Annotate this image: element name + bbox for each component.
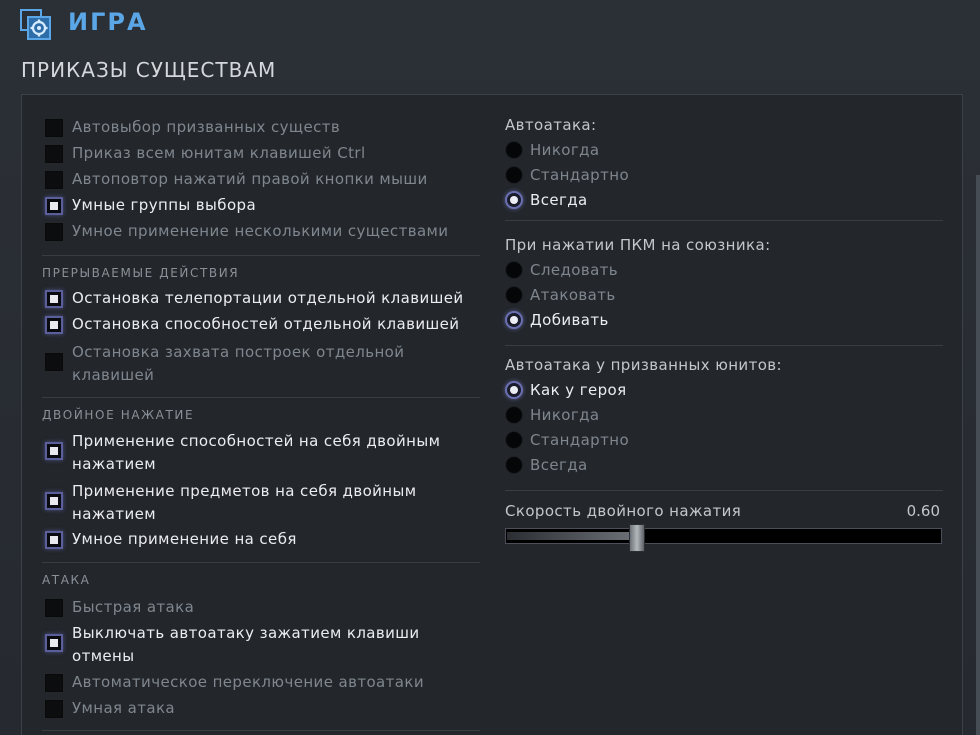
checkbox-label: Умное применение на себя bbox=[72, 530, 297, 548]
radio-option[interactable]: Следовать bbox=[505, 259, 618, 281]
checkbox-row[interactable]: Автоповтор нажатий правой кнопки мыши bbox=[42, 168, 428, 191]
checkbox-label: Автоматическое переключение автоатаки bbox=[72, 673, 424, 691]
checkbox-row[interactable]: Применение предметов на себя двойным наж… bbox=[42, 480, 462, 526]
divider bbox=[42, 730, 480, 731]
radio-label: Всегда bbox=[530, 456, 588, 474]
checkbox[interactable] bbox=[45, 171, 63, 189]
page-title: ИГРА bbox=[68, 8, 148, 36]
checkbox-checked[interactable] bbox=[45, 492, 63, 510]
radio-option[interactable]: Как у героя bbox=[505, 379, 627, 401]
checkbox-label: Применение предметов на себя двойным наж… bbox=[72, 482, 417, 523]
radio-option[interactable]: Никогда bbox=[505, 404, 600, 426]
radio-label: Всегда bbox=[530, 191, 588, 209]
divider bbox=[505, 345, 943, 346]
checkbox-label: Умные группы выбора bbox=[72, 196, 257, 214]
checkbox-row[interactable]: Автоматическое переключение автоатаки bbox=[42, 671, 424, 694]
checkbox-label: Автоповтор нажатий правой кнопки мыши bbox=[72, 170, 428, 188]
divider bbox=[505, 490, 943, 491]
checkbox-row[interactable]: Умное применение на себя bbox=[42, 528, 297, 551]
radio-button-selected[interactable] bbox=[505, 191, 523, 209]
radio-option[interactable]: Всегда bbox=[505, 454, 588, 476]
checkbox[interactable] bbox=[45, 145, 63, 163]
checkbox-label: Остановка захвата построек отдельной кла… bbox=[72, 343, 405, 384]
divider bbox=[42, 255, 480, 256]
radio-option[interactable]: Стандартно bbox=[505, 429, 629, 451]
radio-button[interactable] bbox=[505, 431, 523, 449]
checkbox-row[interactable]: Умное применение несколькими существами bbox=[42, 220, 448, 243]
checkbox-label: Приказ всем юнитам клавишей Ctrl bbox=[72, 144, 366, 162]
checkbox[interactable] bbox=[45, 700, 63, 718]
slider-fill bbox=[507, 532, 630, 540]
top-bar: ИГРА bbox=[0, 0, 980, 50]
checkbox-row[interactable]: Применение способностей на себя двойным … bbox=[42, 430, 462, 476]
radio-label: Никогда bbox=[530, 141, 600, 159]
radio-button-selected[interactable] bbox=[505, 311, 523, 329]
checkbox-checked[interactable] bbox=[45, 442, 63, 460]
radio-button[interactable] bbox=[505, 456, 523, 474]
checkbox[interactable] bbox=[45, 223, 63, 241]
checkbox-label: Автовыбор призванных существ bbox=[72, 118, 341, 136]
double-click-speed-label: Скорость двойного нажатия bbox=[505, 502, 742, 520]
checkbox-row[interactable]: Приказ всем юнитам клавишей Ctrl bbox=[42, 142, 366, 165]
checkbox-row[interactable]: Выключать автоатаку зажатием клавиши отм… bbox=[42, 622, 442, 668]
radio-option[interactable]: Никогда bbox=[505, 139, 600, 161]
radio-option[interactable]: Стандартно bbox=[505, 164, 629, 186]
rmb-ally-label: При нажатии ПКМ на союзника: bbox=[505, 236, 771, 254]
checkbox-row[interactable]: Остановка телепортации отдельной клавише… bbox=[42, 287, 464, 310]
checkbox-row[interactable]: Автовыбор призванных существ bbox=[42, 116, 340, 139]
radio-option[interactable]: Атаковать bbox=[505, 284, 616, 306]
radio-label: Стандартно bbox=[530, 431, 630, 449]
checkbox-row[interactable]: Остановка захвата построек отдельной кла… bbox=[42, 341, 422, 387]
subheading-interrupt: ПРЕРЫВАЕМЫЕ ДЕЙСТВИЯ bbox=[42, 266, 240, 280]
checkbox-label: Быстрая атака bbox=[72, 598, 195, 616]
radio-button[interactable] bbox=[505, 141, 523, 159]
scrollbar[interactable] bbox=[976, 175, 980, 735]
double-click-speed-slider[interactable] bbox=[505, 524, 942, 552]
divider bbox=[42, 562, 480, 563]
radio-label: Как у героя bbox=[530, 381, 627, 399]
radio-button[interactable] bbox=[505, 406, 523, 424]
checkbox-label: Остановка способностей отдельной клавише… bbox=[72, 315, 460, 333]
subheading-double-click: ДВОЙНОЕ НАЖАТИЕ bbox=[42, 408, 195, 422]
gear-icon bbox=[20, 9, 52, 41]
checkbox-row[interactable]: Быстрая атака bbox=[42, 596, 194, 619]
checkbox-row[interactable]: Остановка способностей отдельной клавише… bbox=[42, 313, 459, 336]
checkbox-checked[interactable] bbox=[45, 531, 63, 549]
subheading-attack: АТАКА bbox=[42, 573, 91, 587]
checkbox-checked[interactable] bbox=[45, 290, 63, 308]
radio-button-selected[interactable] bbox=[505, 381, 523, 399]
checkbox-label: Умная атака bbox=[72, 699, 176, 717]
radio-option[interactable]: Всегда bbox=[505, 189, 588, 211]
checkbox[interactable] bbox=[45, 119, 63, 137]
section-title: ПРИКАЗЫ СУЩЕСТВАМ bbox=[21, 58, 277, 82]
checkbox[interactable] bbox=[45, 599, 63, 617]
summons-autoattack-label: Автоатака у призванных юнитов: bbox=[505, 356, 782, 374]
radio-label: Добивать bbox=[530, 311, 609, 329]
double-click-speed-value: 0.60 bbox=[906, 502, 940, 520]
checkbox-label: Применение способностей на себя двойным … bbox=[72, 432, 441, 473]
radio-button[interactable] bbox=[505, 166, 523, 184]
checkbox-row[interactable]: Умные группы выбора bbox=[42, 194, 256, 217]
checkbox-checked[interactable] bbox=[45, 634, 63, 652]
checkbox-label: Остановка телепортации отдельной клавише… bbox=[72, 289, 464, 307]
radio-button[interactable] bbox=[505, 261, 523, 279]
autoattack-label: Автоатака: bbox=[505, 116, 597, 134]
divider bbox=[42, 397, 480, 398]
checkbox-checked[interactable] bbox=[45, 197, 63, 215]
radio-button[interactable] bbox=[505, 286, 523, 304]
divider bbox=[505, 220, 943, 221]
slider-handle[interactable] bbox=[629, 524, 645, 552]
checkbox-checked[interactable] bbox=[45, 316, 63, 334]
checkbox[interactable] bbox=[45, 353, 63, 371]
radio-label: Следовать bbox=[530, 261, 619, 279]
radio-label: Атаковать bbox=[530, 286, 616, 304]
checkbox-row[interactable]: Умная атака bbox=[42, 697, 175, 720]
radio-option[interactable]: Добивать bbox=[505, 309, 609, 331]
checkbox-label: Умное применение несколькими существами bbox=[72, 222, 449, 240]
checkbox-label: Выключать автоатаку зажатием клавиши отм… bbox=[72, 624, 420, 665]
radio-label: Никогда bbox=[530, 406, 600, 424]
checkbox[interactable] bbox=[45, 674, 63, 692]
radio-label: Стандартно bbox=[530, 166, 630, 184]
